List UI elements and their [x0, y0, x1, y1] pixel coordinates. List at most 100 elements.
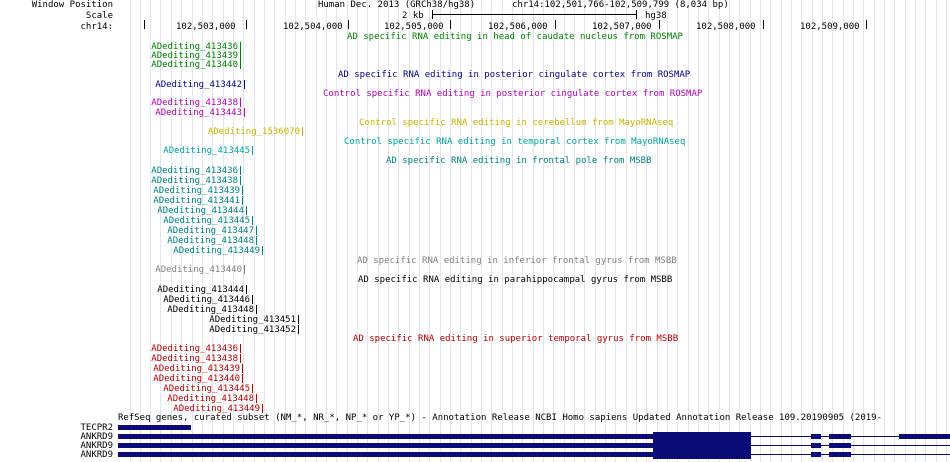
feature-label[interactable]: ADediting_413445: [0, 216, 250, 226]
feature-label[interactable]: ADediting_413441: [0, 196, 240, 206]
feature-label[interactable]: ADediting_1536070: [0, 127, 300, 137]
grid-line: [874, 0, 875, 462]
track-title: Control specific RNA editing in cerebell…: [359, 118, 674, 128]
scale-bar: [432, 14, 637, 15]
ruler-tick: [866, 20, 867, 29]
gene-utr[interactable]: [899, 434, 950, 439]
feature-label[interactable]: ADediting_413436: [0, 166, 238, 176]
gene-exon[interactable]: [653, 450, 751, 459]
gene-utr[interactable]: [118, 434, 653, 439]
chrom-label: chr14:: [80, 22, 113, 32]
ruler-label: 102,503,000: [176, 22, 236, 32]
grid-line: [791, 0, 792, 462]
feature-label[interactable]: ADediting_413445: [0, 384, 250, 394]
feature-mark[interactable]: [240, 344, 241, 353]
feature-label[interactable]: ADediting_413448: [0, 394, 254, 404]
feature-mark[interactable]: [244, 80, 245, 89]
window-position-label: Window Position: [31, 0, 113, 10]
gene-exon[interactable]: [653, 441, 751, 450]
track-title: AD specific RNA editing in frontal pole …: [386, 156, 652, 166]
feature-mark[interactable]: [252, 295, 253, 304]
feature-mark[interactable]: [256, 236, 257, 245]
feature-mark[interactable]: [244, 108, 245, 117]
gene-utr[interactable]: [118, 443, 653, 448]
feature-label[interactable]: ADediting_413445: [0, 146, 250, 156]
grid-line: [285, 0, 286, 462]
genome-browser-image[interactable]: Window Position Scale chr14: Human Dec. …: [0, 0, 950, 462]
grid-line: [894, 0, 895, 462]
feature-mark[interactable]: [252, 216, 253, 225]
feature-mark[interactable]: [240, 176, 241, 185]
feature-label[interactable]: ADediting_413448: [0, 236, 254, 246]
feature-label[interactable]: ADediting_413451: [0, 315, 296, 325]
feature-mark[interactable]: [240, 354, 241, 363]
feature-mark[interactable]: [246, 285, 247, 294]
feature-mark[interactable]: [240, 51, 241, 60]
gene-label[interactable]: ANKRD9: [0, 450, 113, 460]
feature-label[interactable]: ADediting_413443: [0, 108, 242, 118]
gene-exon[interactable]: [811, 452, 821, 457]
feature-mark[interactable]: [240, 60, 241, 69]
feature-mark[interactable]: [244, 265, 245, 274]
feature-mark[interactable]: [256, 394, 257, 403]
gene-exon[interactable]: [829, 434, 851, 439]
track-title: RefSeq genes, curated subset (NM_*, NR_*…: [118, 413, 883, 423]
feature-label[interactable]: ADediting_413452: [0, 325, 296, 335]
feature-mark[interactable]: [240, 42, 241, 51]
feature-label[interactable]: ADediting_413444: [0, 206, 244, 216]
grid-line: [884, 0, 885, 462]
feature-mark[interactable]: [242, 196, 243, 205]
feature-label[interactable]: ADediting_413438: [0, 176, 238, 186]
gene-exon[interactable]: [829, 443, 851, 448]
gene-intron: [851, 445, 950, 446]
grid-line: [274, 0, 275, 462]
feature-label[interactable]: ADediting_413449: [0, 246, 260, 256]
feature-label[interactable]: ADediting_413440: [0, 374, 240, 384]
grid-line: [254, 0, 255, 462]
track-title: Control specific RNA editing in temporal…: [344, 137, 686, 147]
grid-line: [925, 0, 926, 462]
feature-mark[interactable]: [252, 384, 253, 393]
feature-mark[interactable]: [242, 374, 243, 383]
feature-label[interactable]: ADediting_413444: [0, 285, 244, 295]
gene-utr[interactable]: [118, 452, 653, 457]
grid-line: [936, 0, 937, 462]
gene-exon[interactable]: [811, 434, 821, 439]
feature-mark[interactable]: [242, 186, 243, 195]
feature-mark[interactable]: [240, 166, 241, 175]
feature-label[interactable]: ADediting_413446: [0, 295, 250, 305]
feature-label[interactable]: ADediting_413436: [0, 344, 238, 354]
feature-mark[interactable]: [246, 206, 247, 215]
grid-line: [770, 0, 771, 462]
grid-line: [264, 0, 265, 462]
ruler-tick: [763, 20, 764, 29]
feature-mark[interactable]: [240, 98, 241, 107]
ruler-tick: [246, 20, 247, 29]
ruler-label: 102,509,000: [800, 22, 860, 32]
feature-mark[interactable]: [302, 127, 303, 136]
grid-line: [698, 0, 699, 462]
gene-exon[interactable]: [118, 425, 191, 430]
feature-label[interactable]: ADediting_413438: [0, 98, 238, 108]
feature-mark[interactable]: [252, 146, 253, 155]
feature-label[interactable]: ADediting_413442: [0, 80, 242, 90]
ruler-label: 102,508,000: [696, 22, 756, 32]
feature-mark[interactable]: [262, 246, 263, 255]
feature-label[interactable]: ADediting_413438: [0, 354, 238, 364]
feature-mark[interactable]: [242, 364, 243, 373]
gene-exon[interactable]: [653, 432, 751, 441]
feature-label[interactable]: ADediting_413447: [0, 226, 254, 236]
feature-mark[interactable]: [256, 305, 257, 314]
gene-exon[interactable]: [829, 452, 851, 457]
feature-label[interactable]: ADediting_413439: [0, 186, 240, 196]
feature-mark[interactable]: [298, 315, 299, 324]
feature-mark[interactable]: [262, 404, 263, 413]
feature-mark[interactable]: [256, 226, 257, 235]
feature-label[interactable]: ADediting_413439: [0, 364, 240, 374]
track-title: AD specific RNA editing in inferior fron…: [357, 256, 677, 266]
feature-mark[interactable]: [298, 325, 299, 334]
feature-label[interactable]: ADediting_413448: [0, 305, 254, 315]
feature-label[interactable]: ADediting_413440: [0, 60, 238, 70]
feature-label[interactable]: ADediting_413440: [0, 265, 242, 275]
gene-exon[interactable]: [811, 443, 821, 448]
